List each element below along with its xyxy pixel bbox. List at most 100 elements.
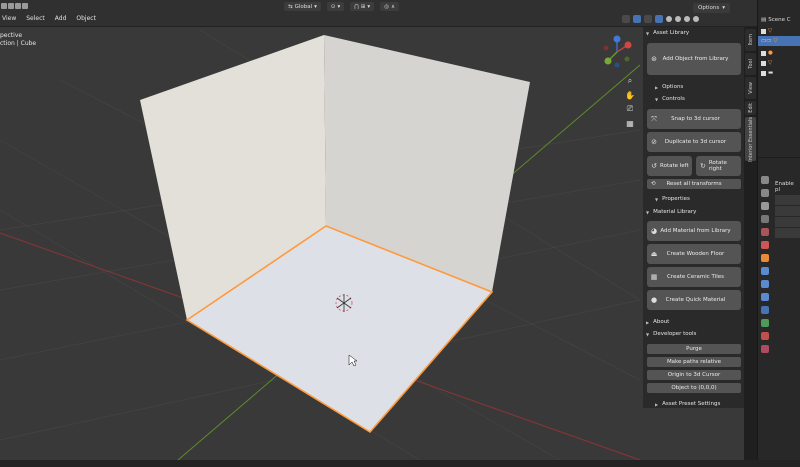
add-material-button[interactable]: ◕ Add Material from Library bbox=[647, 221, 741, 241]
shading-rendered-icon[interactable] bbox=[693, 16, 699, 22]
options-subsection[interactable]: ▶ Options bbox=[643, 82, 744, 92]
visibility-icon[interactable] bbox=[622, 15, 630, 23]
property-row[interactable] bbox=[775, 195, 800, 205]
mode-icon-2[interactable] bbox=[8, 3, 14, 9]
constraints-tab-icon[interactable] bbox=[761, 306, 769, 314]
scene-tab-icon[interactable] bbox=[761, 228, 769, 236]
xray-toggle-icon[interactable] bbox=[655, 15, 663, 23]
tab-edit[interactable]: Edit bbox=[745, 101, 756, 115]
mode-icon-3[interactable] bbox=[15, 3, 21, 9]
particles-tab-icon[interactable] bbox=[761, 280, 769, 288]
gizmo-toggle-icon[interactable] bbox=[633, 15, 641, 23]
menu-select[interactable]: Select bbox=[26, 15, 45, 22]
grid-ortho-icon[interactable]: ▦ bbox=[625, 118, 635, 128]
asset-preset-settings-subsection[interactable]: ▶ Asset Preset Settings bbox=[643, 399, 744, 409]
developer-tools-header[interactable]: ▼ Developer tools bbox=[643, 329, 744, 339]
menu-add[interactable]: Add bbox=[55, 15, 67, 22]
outliner-row-selected[interactable]: ▭▭ ▽ bbox=[758, 36, 800, 46]
rotate-left-button[interactable]: ↺ Rotate left bbox=[647, 156, 692, 176]
editor-mode-icons[interactable] bbox=[1, 3, 28, 9]
property-row[interactable] bbox=[775, 217, 800, 227]
controls-subsection[interactable]: ▼ Controls bbox=[643, 94, 744, 104]
shading-material-icon[interactable] bbox=[684, 16, 690, 22]
object-tab-icon[interactable] bbox=[761, 254, 769, 262]
purge-button[interactable]: Purge bbox=[647, 344, 741, 354]
tab-tool[interactable]: Tool bbox=[745, 53, 756, 75]
zoom-icon[interactable]: ⌕ bbox=[625, 76, 635, 86]
reset-transforms-button[interactable]: ⟲ Reset all transforms bbox=[647, 179, 741, 189]
material-sphere-icon: ◕ bbox=[650, 227, 658, 235]
make-paths-relative-button[interactable]: Make paths relative bbox=[647, 357, 741, 367]
collection-label: ction | Cube bbox=[0, 40, 37, 47]
texture-tab-icon[interactable] bbox=[761, 345, 769, 353]
properties-subsection[interactable]: ▼ Properties bbox=[643, 194, 744, 204]
hand-pan-icon[interactable]: ✋ bbox=[625, 90, 635, 100]
expand-triangle-icon: ▶ bbox=[655, 84, 659, 90]
outliner-row-3[interactable]: ● bbox=[758, 48, 800, 58]
expand-triangle-icon: ▼ bbox=[646, 331, 650, 337]
material-library-header[interactable]: ▼ Material Library bbox=[643, 207, 744, 217]
outliner-row-4[interactable]: ▽ bbox=[758, 58, 800, 68]
snap-to-cursor-button[interactable]: ⤧ Snap to 3d cursor bbox=[647, 109, 741, 129]
view-display-controls bbox=[622, 15, 699, 23]
object-to-origin-button[interactable]: Object to (0,0,0) bbox=[647, 383, 741, 393]
object-tri-icon: ▽ bbox=[768, 60, 773, 66]
proportional-edit-toggle[interactable]: ◎ ∧ bbox=[380, 2, 400, 11]
create-quick-material-button[interactable]: ● Create Quick Material bbox=[647, 290, 741, 310]
tool-tab-icon[interactable] bbox=[761, 176, 769, 184]
pivot-dropdown[interactable]: ⊙ ▾ bbox=[326, 2, 345, 11]
create-wooden-floor-button[interactable]: ⏏ Create Wooden Floor bbox=[647, 244, 741, 264]
checkbox-icon[interactable] bbox=[761, 50, 766, 56]
viewport-header: View Select Add Object ⇆ Global ▾ ⊙ ▾ ⋂ ⊞ ▾… bbox=[0, 0, 757, 27]
orientation-label: Global bbox=[294, 3, 313, 10]
checkbox-icon[interactable] bbox=[761, 70, 766, 76]
navigation-gizmo[interactable] bbox=[600, 35, 634, 69]
camera-icon[interactable]: ⎚ bbox=[625, 104, 635, 114]
checkbox-icon[interactable] bbox=[761, 60, 766, 66]
overlay-toggle-icon[interactable] bbox=[644, 15, 652, 23]
property-row[interactable] bbox=[775, 206, 800, 216]
viewport-menu: View Select Add Object bbox=[0, 15, 96, 22]
tab-view[interactable]: View bbox=[745, 77, 756, 99]
property-row[interactable] bbox=[775, 228, 800, 238]
shading-solid-icon[interactable] bbox=[675, 16, 681, 22]
snap-toggle[interactable]: ⋂ ⊞ ▾ bbox=[350, 2, 375, 11]
render-tab-icon[interactable] bbox=[761, 189, 769, 197]
options-dropdown[interactable]: Options ▾ bbox=[693, 3, 730, 13]
origin-to-cursor-button[interactable]: Origin to 3d Cursor bbox=[647, 370, 741, 380]
outliner-row-5[interactable]: ▬ bbox=[758, 68, 800, 78]
about-header[interactable]: ▶ About bbox=[643, 317, 744, 327]
pivot-icon: ⊙ bbox=[330, 3, 336, 10]
chevron-down-icon: ▾ bbox=[722, 5, 725, 11]
tab-item[interactable]: Item bbox=[745, 29, 756, 51]
create-ceramic-tiles-button[interactable]: ▦ Create Ceramic Tiles bbox=[647, 267, 741, 287]
world-tab-icon[interactable] bbox=[761, 241, 769, 249]
mode-icon-4[interactable] bbox=[22, 3, 28, 9]
shading-wireframe-icon[interactable] bbox=[666, 16, 672, 22]
rotate-right-button[interactable]: ↻ Rotate right bbox=[696, 156, 741, 176]
data-tab-icon[interactable] bbox=[761, 319, 769, 327]
link-icon: ⊘ bbox=[651, 138, 657, 146]
object-icon: ⊛ bbox=[651, 55, 657, 63]
properties-rows bbox=[775, 195, 800, 238]
orientation-dropdown[interactable]: ⇆ Global ▾ bbox=[284, 2, 321, 11]
asset-library-header[interactable]: ▼ Asset Library bbox=[643, 28, 744, 38]
output-tab-icon[interactable] bbox=[761, 202, 769, 210]
outliner-row-1[interactable]: ▽ bbox=[758, 26, 800, 36]
view-layer-tab-icon[interactable] bbox=[761, 215, 769, 223]
transform-controls: ⇆ Global ▾ ⊙ ▾ ⋂ ⊞ ▾ ◎ ∧ bbox=[284, 2, 400, 11]
rotate-left-icon: ↺ bbox=[651, 162, 657, 170]
modifier-tab-icon[interactable] bbox=[761, 267, 769, 275]
tab-interior-essentials[interactable]: Interior Essentials bbox=[745, 117, 756, 161]
add-object-from-library-button[interactable]: ⊛ Add Object from Library bbox=[647, 43, 741, 75]
menu-view[interactable]: View bbox=[2, 15, 16, 22]
menu-object[interactable]: Object bbox=[76, 15, 96, 22]
checkbox-icon[interactable] bbox=[761, 28, 766, 34]
mode-icon-1[interactable] bbox=[1, 3, 7, 9]
physics-tab-icon[interactable] bbox=[761, 293, 769, 301]
dot-icon: ● bbox=[650, 296, 658, 304]
material-tab-icon[interactable] bbox=[761, 332, 769, 340]
duplicate-to-cursor-button[interactable]: ⊘ Duplicate to 3d cursor bbox=[647, 132, 741, 152]
expand-triangle-icon: ▶ bbox=[646, 319, 650, 325]
outliner-scene-row[interactable]: ▤ Scene C bbox=[758, 15, 800, 25]
